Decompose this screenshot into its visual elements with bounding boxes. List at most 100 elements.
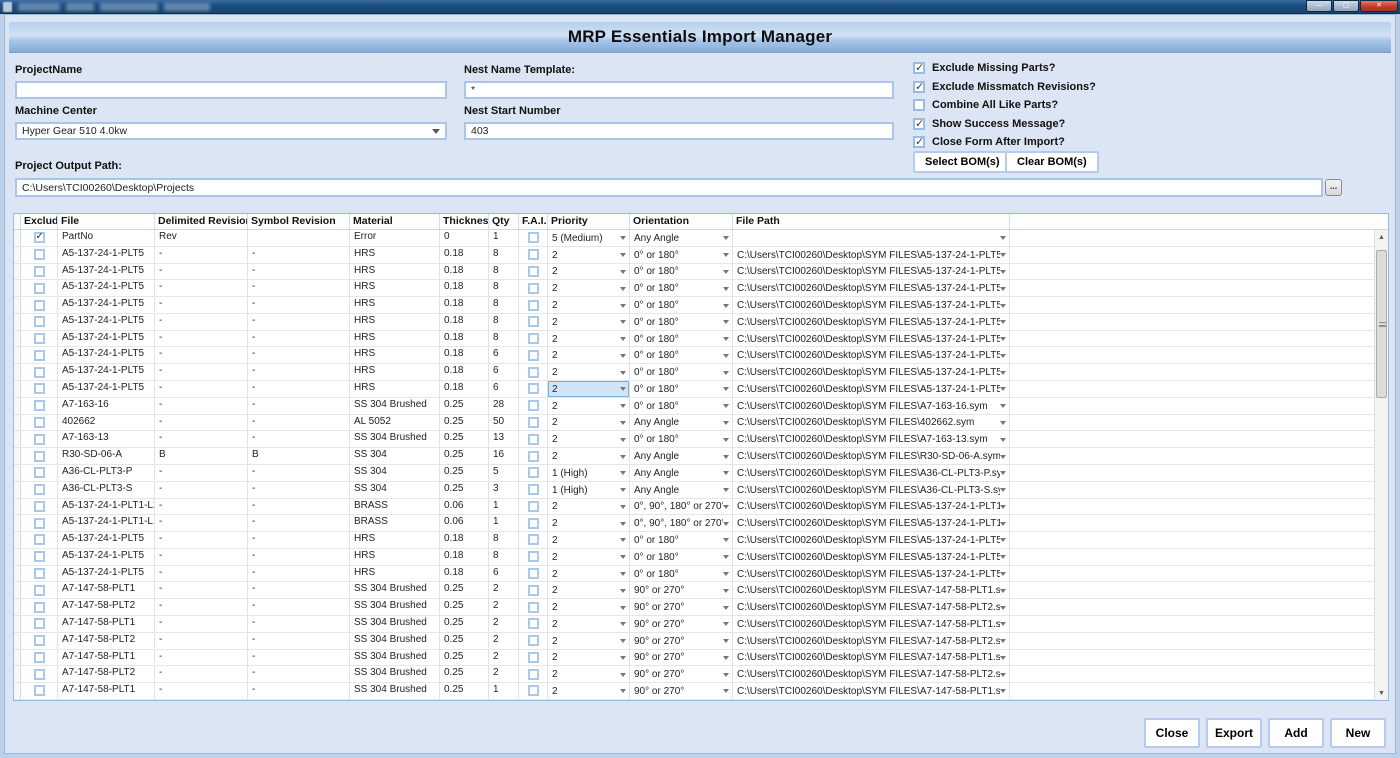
cell-priority-dropdown[interactable]: 2	[548, 582, 630, 598]
cell-priority-dropdown[interactable]: 2	[548, 666, 630, 682]
option-row[interactable]: Close Form After Import?	[913, 133, 1096, 152]
cell-file-path-dropdown[interactable]: C:\Users\TCI00260\Desktop\SYM FILES\A5-1…	[733, 381, 1010, 397]
cell-file-path-dropdown[interactable]: C:\Users\TCI00260\Desktop\SYM FILES\A5-1…	[733, 247, 1010, 263]
fai-checkbox[interactable]	[528, 501, 539, 512]
exclude-checkbox[interactable]	[34, 501, 45, 512]
cell-symbol-revision[interactable]: -	[248, 415, 350, 431]
close-window-button[interactable]: ✕	[1360, 0, 1398, 12]
cell-fai[interactable]	[519, 431, 548, 447]
cell-priority-dropdown[interactable]: 2	[548, 347, 630, 363]
exclude-checkbox[interactable]	[34, 333, 45, 344]
table-row[interactable]: A5-137-24-1-PLT5--HRS0.18620° or 180°C:\…	[14, 381, 1374, 398]
cell-orientation-dropdown[interactable]: 0° or 180°	[630, 381, 733, 397]
cell-delimited-revision[interactable]: -	[155, 683, 248, 699]
cell-orientation-dropdown[interactable]: 90° or 270°	[630, 666, 733, 682]
scrollbar-thumb[interactable]	[1376, 250, 1387, 398]
table-row[interactable]: A5-137-24-1-PLT5--HRS0.18820° or 180°C:\…	[14, 331, 1374, 348]
cell-thickness[interactable]: 0.18	[440, 347, 489, 363]
cell-fai[interactable]	[519, 566, 548, 582]
cell-priority-dropdown[interactable]: 2	[548, 650, 630, 666]
fai-checkbox[interactable]	[528, 568, 539, 579]
row-header[interactable]	[14, 515, 21, 531]
cell-priority-dropdown[interactable]: 2	[548, 448, 630, 464]
cell-material[interactable]: HRS	[350, 331, 440, 347]
checkbox-checked[interactable]	[913, 118, 925, 130]
table-row[interactable]: A5-137-24-1-PLT5--HRS0.18820° or 180°C:\…	[14, 297, 1374, 314]
fai-checkbox[interactable]	[528, 685, 539, 696]
cell-orientation-dropdown[interactable]: 0° or 180°	[630, 364, 733, 380]
cell-file-path-dropdown[interactable]: C:\Users\TCI00260\Desktop\SYM FILES\A5-1…	[733, 566, 1010, 582]
row-header[interactable]	[14, 599, 21, 615]
row-header[interactable]	[14, 364, 21, 380]
fai-checkbox[interactable]	[528, 652, 539, 663]
cell-delimited-revision[interactable]: -	[155, 398, 248, 414]
cell-orientation-dropdown[interactable]: 0° or 180°	[630, 532, 733, 548]
table-row[interactable]: A5-137-24-1-PLT5--HRS0.18620° or 180°C:\…	[14, 364, 1374, 381]
exclude-checkbox[interactable]	[34, 534, 45, 545]
cell-symbol-revision[interactable]: -	[248, 482, 350, 498]
cell-thickness[interactable]: 0.25	[440, 448, 489, 464]
cell-symbol-revision[interactable]: -	[248, 431, 350, 447]
cell-priority-dropdown[interactable]: 2	[548, 566, 630, 582]
cell-file-path-dropdown[interactable]: C:\Users\TCI00260\Desktop\SYM FILES\A5-1…	[733, 347, 1010, 363]
cell-orientation-dropdown[interactable]: Any Angle	[630, 482, 733, 498]
cell-exclude[interactable]	[21, 331, 58, 347]
cell-file[interactable]: A5-137-24-1-PLT5	[58, 331, 155, 347]
checkbox-checked[interactable]	[913, 136, 925, 148]
cell-symbol-revision[interactable]: -	[248, 633, 350, 649]
row-header[interactable]	[14, 331, 21, 347]
cell-symbol-revision[interactable]: -	[248, 364, 350, 380]
cell-qty[interactable]: 1	[489, 230, 519, 246]
exclude-checkbox[interactable]	[34, 652, 45, 663]
cell-qty[interactable]: 8	[489, 280, 519, 296]
cell-orientation-dropdown[interactable]: 90° or 270°	[630, 616, 733, 632]
cell-fai[interactable]	[519, 398, 548, 414]
cell-qty[interactable]: 2	[489, 650, 519, 666]
table-row[interactable]: A5-137-24-1-PLT5--HRS0.18820° or 180°C:\…	[14, 314, 1374, 331]
cell-exclude[interactable]	[21, 532, 58, 548]
cell-file-path-dropdown[interactable]: C:\Users\TCI00260\Desktop\SYM FILES\A7-1…	[733, 633, 1010, 649]
option-row[interactable]: Exclude Missmatch Revisions?	[913, 78, 1096, 97]
cell-priority-dropdown[interactable]: 2	[548, 633, 630, 649]
cell-orientation-dropdown[interactable]: Any Angle	[630, 415, 733, 431]
cell-exclude[interactable]	[21, 599, 58, 615]
cell-delimited-revision[interactable]: B	[155, 448, 248, 464]
exclude-checkbox[interactable]	[34, 417, 45, 428]
new-button[interactable]: New	[1330, 718, 1386, 748]
cell-priority-dropdown[interactable]: 2	[548, 549, 630, 565]
cell-file-path-dropdown[interactable]: C:\Users\TCI00260\Desktop\SYM FILES\A5-1…	[733, 364, 1010, 380]
cell-qty[interactable]: 2	[489, 616, 519, 632]
cell-qty[interactable]: 2	[489, 599, 519, 615]
row-header[interactable]	[14, 398, 21, 414]
table-row[interactable]: A7-163-13--SS 304 Brushed0.251320° or 18…	[14, 431, 1374, 448]
cell-fai[interactable]	[519, 650, 548, 666]
cell-thickness[interactable]: 0.25	[440, 398, 489, 414]
cell-symbol-revision[interactable]: -	[248, 247, 350, 263]
cell-delimited-revision[interactable]: -	[155, 314, 248, 330]
clear-bom-button[interactable]: Clear BOM(s)	[1005, 151, 1099, 173]
cell-file-path-dropdown[interactable]: C:\Users\TCI00260\Desktop\SYM FILES\A7-1…	[733, 431, 1010, 447]
cell-file[interactable]: A5-137-24-1-PLT5	[58, 532, 155, 548]
row-header[interactable]	[14, 650, 21, 666]
maximize-button[interactable]: ▢	[1333, 0, 1359, 12]
cell-delimited-revision[interactable]: -	[155, 280, 248, 296]
cell-file-path-dropdown[interactable]: C:\Users\TCI00260\Desktop\SYM FILES\A5-1…	[733, 532, 1010, 548]
exclude-checkbox[interactable]	[34, 316, 45, 327]
table-row[interactable]: A36-CL-PLT3-S--SS 3040.2531 (High)Any An…	[14, 482, 1374, 499]
cell-exclude[interactable]	[21, 683, 58, 699]
row-header[interactable]	[14, 448, 21, 464]
cell-delimited-revision[interactable]: -	[155, 582, 248, 598]
cell-thickness[interactable]: 0.25	[440, 465, 489, 481]
cell-delimited-revision[interactable]: -	[155, 482, 248, 498]
row-header[interactable]	[14, 381, 21, 397]
cell-priority-dropdown[interactable]: 2	[548, 683, 630, 699]
exclude-checkbox[interactable]	[34, 266, 45, 277]
cell-delimited-revision[interactable]: -	[155, 264, 248, 280]
cell-orientation-dropdown[interactable]: 90° or 270°	[630, 650, 733, 666]
option-row[interactable]: Show Success Message?	[913, 115, 1096, 134]
cell-thickness[interactable]: 0.18	[440, 549, 489, 565]
cell-fai[interactable]	[519, 247, 548, 263]
cell-thickness[interactable]: 0.25	[440, 650, 489, 666]
cell-orientation-dropdown[interactable]: 0°, 90°, 180° or 270°	[630, 515, 733, 531]
row-header[interactable]	[14, 633, 21, 649]
